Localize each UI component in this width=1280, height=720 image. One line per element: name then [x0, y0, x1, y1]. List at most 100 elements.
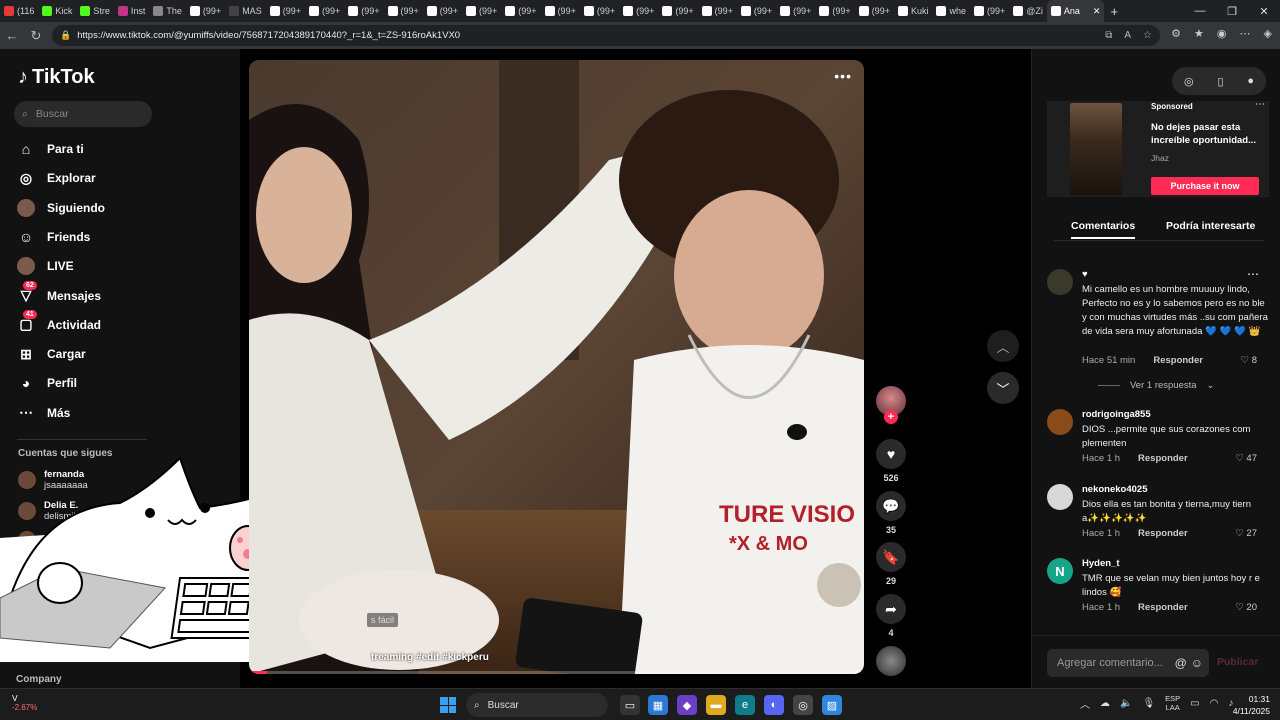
mention-emoji-icons[interactable]: @☺ [1175, 656, 1207, 670]
search-input[interactable]: ⌕ Buscar [14, 101, 152, 127]
browser-tab[interactable]: (99+ [580, 0, 619, 22]
open-app-icon[interactable]: ⧉ [1105, 30, 1112, 41]
save-button[interactable]: 🔖 29 [872, 542, 910, 586]
edge-browser-icon[interactable]: e [735, 695, 755, 715]
browser-tab[interactable]: (99+ [266, 0, 305, 22]
cloud-icon[interactable]: ☁ [1100, 698, 1110, 709]
browser-tab[interactable]: Stre [76, 0, 114, 22]
menu-dots-icon[interactable]: ⋯ [1240, 27, 1251, 40]
language-indicator[interactable]: ESP LAA [1165, 694, 1180, 712]
browser-tab[interactable]: MAS [225, 0, 266, 22]
comment-avatar[interactable] [1047, 409, 1073, 435]
new-tab-button[interactable]: + [1110, 4, 1118, 19]
creator-avatar[interactable]: + [872, 386, 910, 424]
nav-item-friends[interactable]: ☺ Friends [17, 228, 91, 246]
reply-button[interactable]: Responder [1138, 453, 1188, 464]
chrome-icon[interactable]: ◎ [793, 695, 813, 715]
comment-like-button[interactable]: ♡ 20 [1235, 602, 1257, 613]
browser-tab[interactable]: (99+ [462, 0, 501, 22]
reply-button[interactable]: Responder [1138, 602, 1188, 613]
next-video-button[interactable]: ﹀ [987, 372, 1019, 404]
comment-more-icon[interactable]: ⋯ [1247, 267, 1259, 281]
taskbar-clock[interactable]: 01:31 4/11/2025 [1233, 693, 1270, 717]
url-field[interactable]: 🔒 https://www.tiktok.com/@yumiffs/video/… [52, 25, 1160, 46]
nav-item-perfil[interactable]: ◕ Perfil [17, 374, 77, 392]
nav-item-parati[interactable]: ⌂ Para ti [17, 140, 84, 158]
reload-icon[interactable]: ↻ [24, 28, 48, 44]
close-window-icon[interactable]: ✕ [1248, 5, 1280, 18]
comment-avatar[interactable] [1047, 484, 1073, 510]
browser-tab[interactable]: Kuki [894, 0, 933, 22]
windows-start-icon[interactable] [440, 697, 456, 713]
nav-item-actividad[interactable]: ▢ 41 Actividad [17, 309, 101, 334]
follow-plus-icon[interactable]: + [884, 410, 898, 424]
lock-icon[interactable]: 🔒 [60, 30, 71, 41]
browser-tab[interactable]: Kick [38, 0, 76, 22]
wifi-icon[interactable]: ◠ [1210, 698, 1219, 709]
reply-button[interactable]: Responder [1138, 528, 1188, 539]
browser-tab[interactable]: whe [932, 0, 970, 22]
browser-tab[interactable]: Ana ✕ [1046, 0, 1105, 22]
copilot-app-icon[interactable]: ◆ [677, 695, 697, 715]
browser-tab[interactable]: (99+ [501, 0, 540, 22]
browser-tab[interactable]: The [149, 0, 186, 22]
nav-item-siguiendo[interactable]: Siguiendo [17, 198, 105, 217]
browser-tab[interactable]: (99+ [737, 0, 776, 22]
tiktok-logo[interactable]: ♪ TikTok [18, 66, 95, 89]
extensions-icon[interactable]: ⚙ [1171, 27, 1181, 40]
nav-item-explorar[interactable]: ◎ Explorar [17, 169, 96, 187]
ad-title[interactable]: No dejes pasar esta increíble oportunida… [1151, 121, 1263, 147]
comment-button[interactable]: 💬 35 [872, 491, 910, 535]
view-replies[interactable]: Ver 1 respuesta ⌄ [1098, 380, 1215, 391]
nav-item-cargar[interactable]: ⊞ Cargar [17, 345, 86, 363]
discord-icon[interactable]: ◐ [764, 695, 784, 715]
like-button[interactable]: ♥ 526 [872, 439, 910, 483]
video-player[interactable]: TURE VISIO *X & MO ••• s fácil treaming … [249, 60, 864, 674]
tab-podria-interesarte[interactable]: Podría interesarte [1166, 220, 1255, 232]
ad-product-image[interactable] [1070, 103, 1122, 195]
favorites-icon[interactable]: ★ [1194, 27, 1204, 40]
ad-more-icon[interactable]: ⋯ [1255, 99, 1265, 110]
comment-like-button[interactable]: ♡ 27 [1235, 528, 1257, 539]
tab-comentarios[interactable]: Comentarios [1071, 220, 1136, 239]
nav-item-live[interactable]: LIVE [17, 257, 74, 276]
maximize-icon[interactable]: ❐ [1216, 5, 1248, 18]
user-avatar-icon[interactable]: ● [1247, 75, 1254, 87]
photos-icon[interactable]: ▨ [822, 695, 842, 715]
favorite-star-icon[interactable]: ☆ [1143, 30, 1152, 41]
share-button[interactable]: ➦ 4 [872, 594, 910, 638]
video-progress-bar[interactable] [249, 671, 864, 674]
speaker-volume-icon[interactable]: 🔈 [1120, 698, 1132, 709]
nav-item-ms[interactable]: ⋯ Más [17, 404, 70, 422]
browser-tab[interactable]: Inst [114, 0, 150, 22]
minimize-icon[interactable]: — [1184, 5, 1216, 17]
device-icon[interactable]: ▯ [1217, 75, 1223, 88]
browser-tab[interactable]: (99+ [305, 0, 344, 22]
comment-user[interactable]: nekoneko4025 [1082, 484, 1147, 495]
browser-tab[interactable]: (99+ [855, 0, 894, 22]
back-icon[interactable]: ← [0, 28, 24, 43]
browser-tab[interactable]: (99+ [658, 0, 697, 22]
sponsored-ad[interactable]: Sponsored ⋯ No dejes pasar esta increíbl… [1047, 99, 1269, 197]
reply-button[interactable]: Responder [1153, 355, 1203, 366]
copilot-icon[interactable]: ◈ [1264, 27, 1272, 40]
taskbar-search[interactable]: ⌕ Buscar [466, 693, 608, 717]
browser-tab[interactable]: (99+ [186, 0, 225, 22]
microphone-icon[interactable]: 🎙 [1142, 698, 1155, 709]
video-more-icon[interactable]: ••• [834, 68, 852, 84]
tray-chevron-icon[interactable]: ︿ [1080, 696, 1090, 711]
previous-video-button[interactable]: ︿ [987, 330, 1019, 362]
display-icon[interactable]: ▭ [1190, 698, 1199, 709]
coin-icon[interactable]: ◎ [1184, 75, 1194, 88]
browser-tab[interactable]: (99+ [384, 0, 423, 22]
browser-tab[interactable]: (99+ [344, 0, 383, 22]
comment-user[interactable]: rodrigoinga855 [1082, 409, 1151, 420]
company-link[interactable]: Company [16, 674, 62, 685]
comment-like-button[interactable]: ♡ 47 [1235, 453, 1257, 464]
stock-widget[interactable]: V -2.67% [12, 693, 37, 712]
video-caption[interactable]: treaming #edit #kickperu [371, 652, 489, 663]
file-explorer-icon[interactable]: ▬ [706, 695, 726, 715]
comment-avatar[interactable] [1047, 269, 1073, 295]
comment-like-button[interactable]: ♡ 8 [1241, 355, 1257, 366]
browser-tab[interactable]: (99+ [776, 0, 815, 22]
